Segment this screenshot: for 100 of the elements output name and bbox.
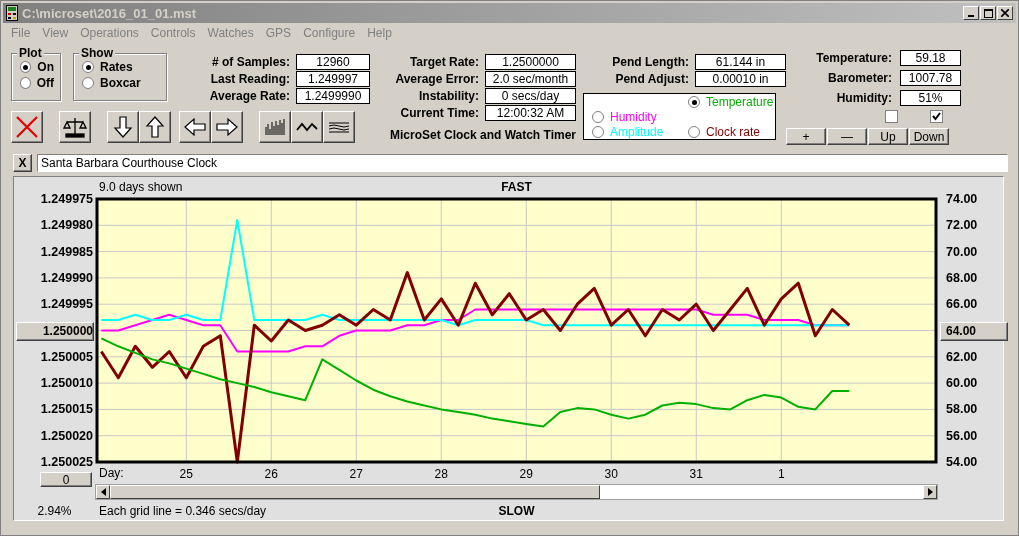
- radio-button[interactable]: On: [20, 60, 54, 74]
- radio-circle[interactable]: [688, 126, 700, 138]
- axis-label: 1.250010: [40, 375, 93, 392]
- maximize-button[interactable]: [980, 6, 996, 20]
- clear-button[interactable]: X: [13, 154, 32, 172]
- axis-label: 62.00: [946, 348, 978, 365]
- checkbox[interactable]: [930, 110, 943, 123]
- radio-circle[interactable]: [688, 96, 700, 108]
- axis-label: 1.249985: [40, 243, 93, 260]
- axis-label: 1.250020: [40, 427, 93, 444]
- group-title: Plot: [17, 46, 44, 60]
- left-arrow-icon: [183, 115, 207, 139]
- axis-label: 1.249995: [40, 296, 93, 313]
- value-field[interactable]: 0.00010 in: [695, 71, 786, 87]
- wavy-lines-button[interactable]: [323, 111, 355, 143]
- grid-note: Each grid line = 0.346 secs/day: [98, 503, 268, 518]
- axis-label: 1.250025: [40, 454, 93, 470]
- balance-scale-button[interactable]: [59, 111, 91, 143]
- zero-button[interactable]: 0: [40, 472, 92, 487]
- axis-label: 1.249980: [40, 217, 93, 234]
- day-label: 31: [689, 467, 703, 481]
- field-label: Barometer:: [827, 71, 892, 85]
- field-label: Target Rate:: [409, 55, 479, 69]
- day-label: 26: [264, 467, 278, 481]
- right-arrow-icon: [215, 115, 239, 139]
- value-field[interactable]: 59.18: [900, 50, 961, 66]
- field-label: Current Time:: [400, 106, 479, 120]
- field-label: Humidity:: [836, 91, 892, 105]
- right-arrow-button[interactable]: [211, 111, 243, 143]
- radio-circle[interactable]: [82, 77, 94, 89]
- radio-button[interactable]: Rates: [82, 60, 160, 74]
- value-field[interactable]: 12960: [296, 54, 370, 70]
- radio-circle[interactable]: [20, 61, 32, 73]
- left-arrow-button[interactable]: [179, 111, 211, 143]
- up-arrow-icon: [143, 115, 167, 139]
- close-icon: [1001, 9, 1009, 17]
- field-label: Last Reading:: [210, 72, 290, 86]
- right-arrow-icon: [927, 488, 933, 496]
- field-label: Instability:: [419, 89, 479, 103]
- value-field[interactable]: 1007.78: [900, 70, 961, 86]
- radio-circle[interactable]: [592, 111, 604, 123]
- axis-label: 60.00: [946, 375, 978, 392]
- radio-circle[interactable]: [20, 77, 31, 89]
- field-label: # of Samples:: [211, 55, 290, 69]
- axis-label: 68.00: [946, 269, 978, 286]
- axis-label: 72.00: [946, 217, 978, 234]
- day-label: 29: [519, 467, 533, 481]
- balance-scale-icon: [63, 115, 87, 139]
- delete-button[interactable]: [11, 111, 43, 143]
- maximize-icon: [983, 8, 993, 18]
- axis-label: 1.250015: [40, 401, 93, 418]
- value-field[interactable]: 1.2499990: [296, 88, 370, 104]
- axis-label: 70.00: [946, 243, 978, 260]
- minimize-button[interactable]: [963, 6, 979, 20]
- value-field[interactable]: 51%: [900, 90, 961, 106]
- axis-value-button[interactable]: 64.00: [940, 321, 1008, 341]
- value-field[interactable]: 12:00:32 AM: [485, 105, 576, 121]
- value-field[interactable]: 1.2500000: [485, 54, 576, 70]
- radio-button[interactable]: Boxcar: [82, 76, 160, 90]
- window-title: C:\microset\2016_01_01.mst: [22, 5, 198, 21]
- checkbox[interactable]: [885, 110, 898, 123]
- zigzag-line-button[interactable]: [291, 111, 323, 143]
- value-field[interactable]: 2.0 sec/month: [485, 71, 576, 87]
- day-label: 30: [604, 467, 618, 481]
- axis-title: Day:: [99, 466, 124, 480]
- notes-field[interactable]: Santa Barbara Courthouse Clock: [37, 154, 1008, 172]
- adjust-button[interactable]: Down: [909, 128, 949, 145]
- down-arrow-icon: [111, 115, 135, 139]
- value-field[interactable]: 1.249997: [296, 71, 370, 87]
- field-label: Average Rate:: [209, 89, 290, 103]
- field-label: Pend Length:: [612, 55, 689, 69]
- axis-label: 54.00: [946, 454, 978, 470]
- group-title: Show: [79, 46, 115, 60]
- adjust-button[interactable]: —: [827, 128, 867, 145]
- axis-label: 1.249990: [40, 269, 93, 286]
- scrollbar[interactable]: [95, 484, 938, 500]
- field-label: Pend Adjust:: [615, 72, 689, 86]
- field-label: Average Error:: [395, 72, 479, 86]
- day-label: 1: [777, 467, 785, 481]
- radio-circle[interactable]: [82, 61, 94, 73]
- down-arrow-button[interactable]: [107, 111, 139, 143]
- calculator-icon: [6, 5, 18, 21]
- day-label: 28: [434, 467, 448, 481]
- close-button[interactable]: [997, 6, 1013, 20]
- adjust-button[interactable]: +: [786, 128, 826, 145]
- left-arrow-icon: [100, 488, 106, 496]
- axis-label: 1.250005: [40, 348, 93, 365]
- axis-label: 1.249975: [40, 191, 93, 207]
- radio-button[interactable]: Clock rate: [688, 125, 761, 139]
- app-title: MicroSet Clock and Watch Timer: [388, 128, 576, 142]
- value-field[interactable]: 61.144 in: [695, 54, 786, 70]
- radio-button[interactable]: Off: [20, 76, 54, 90]
- bar-graph-button[interactable]: [259, 111, 291, 143]
- up-arrow-button[interactable]: [139, 111, 171, 143]
- axis-label: 56.00: [946, 427, 978, 444]
- radio-circle[interactable]: [592, 126, 604, 138]
- adjust-button[interactable]: Up: [868, 128, 908, 145]
- axis-value-button[interactable]: 1.250000: [16, 321, 94, 341]
- value-field[interactable]: 0 secs/day: [485, 88, 576, 104]
- days-shown-label: 9.0 days shown: [98, 180, 184, 194]
